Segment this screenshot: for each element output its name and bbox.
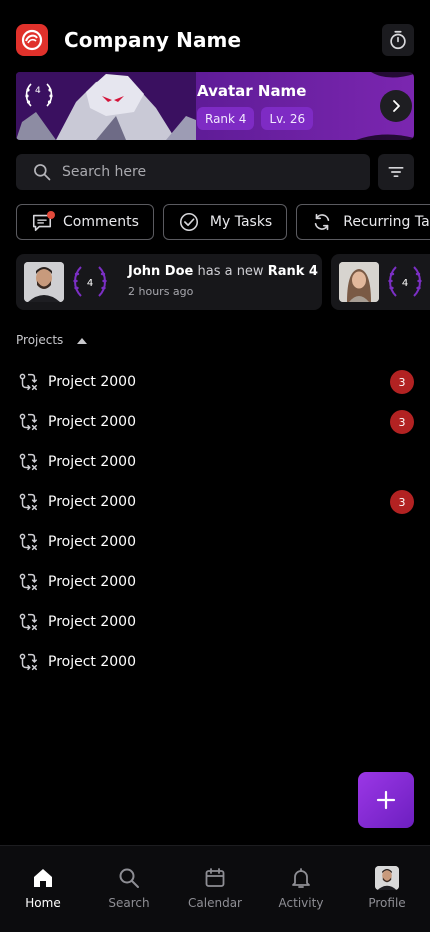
git-branch-icon — [16, 490, 40, 514]
git-branch-icon — [16, 610, 40, 634]
filter-icon — [388, 167, 404, 177]
user-photo — [339, 262, 379, 302]
rank-number: 4 — [402, 278, 408, 289]
nav-label: Profile — [368, 896, 406, 910]
search-input[interactable] — [62, 164, 332, 180]
repeat-icon — [314, 213, 330, 231]
git-branch-icon — [16, 570, 40, 594]
tab-label: My Tasks — [209, 214, 273, 230]
git-branch-icon — [16, 650, 40, 674]
logo-icon — [21, 29, 43, 51]
add-button[interactable] — [358, 772, 414, 828]
laurel-rank-icon: 4 — [73, 266, 107, 297]
avatar-name: Avatar Name — [197, 82, 307, 100]
project-name: Project 2000 — [48, 614, 136, 630]
activity-text: John Doe has a new Rank 4 — [128, 264, 318, 279]
count-badge: 3 — [390, 410, 414, 434]
nav-label: Search — [108, 896, 150, 910]
avatar-card[interactable]: 4 Avatar Name Rank 4 Lv. 26 — [16, 72, 414, 140]
git-branch-icon — [16, 410, 40, 434]
count-badge: 3 — [390, 490, 414, 514]
project-row[interactable]: Project 2000 3 — [16, 482, 414, 522]
stopwatch-icon — [390, 30, 406, 50]
tab-label: Recurring Ta — [343, 214, 430, 230]
bottom-navigation: Home Search Calendar Activity Profile — [0, 845, 430, 932]
nav-search[interactable]: Search — [86, 846, 172, 932]
avatar-next-button[interactable] — [380, 90, 412, 122]
rank-number: 4 — [87, 278, 93, 289]
timer-button[interactable] — [382, 24, 414, 56]
caret-up-icon — [77, 337, 88, 344]
project-row[interactable]: Project 2000 — [16, 522, 414, 562]
search-icon — [34, 164, 51, 181]
company-name: Company Name — [64, 28, 242, 52]
activity-user: John Doe — [128, 264, 194, 279]
git-branch-icon — [16, 450, 40, 474]
nav-home[interactable]: Home — [0, 846, 86, 932]
level-chip: Lv. 26 — [261, 107, 314, 130]
activity-highlight: Rank 4 — [267, 264, 318, 279]
project-list: Project 2000 3 Project 2000 3 Project 2000 Pr… — [16, 362, 414, 682]
nav-activity[interactable]: Activity — [258, 846, 344, 932]
nav-label: Activity — [278, 896, 324, 910]
project-row[interactable]: Project 2000 — [16, 602, 414, 642]
rank-chip: Rank 4 — [197, 107, 255, 130]
filter-tabs: Comments My Tasks Recurring Ta — [16, 204, 430, 240]
nav-label: Calendar — [188, 896, 242, 910]
activity-carousel: 4 John Doe has a new Rank 4 2 hours ago … — [16, 254, 430, 310]
activity-message: has a new — [197, 264, 264, 279]
project-name: Project 2000 — [48, 574, 136, 590]
project-row[interactable]: Project 2000 — [16, 442, 414, 482]
projects-header[interactable]: Projects — [16, 333, 88, 347]
laurel-rank-icon: 4 — [388, 266, 422, 297]
company-logo[interactable] — [16, 24, 48, 56]
tab-recurring-tasks[interactable]: Recurring Ta — [296, 204, 430, 240]
calendar-icon — [205, 868, 225, 887]
tab-comments[interactable]: Comments — [16, 204, 154, 240]
project-row[interactable]: Project 2000 3 — [16, 402, 414, 442]
avatar-chips: Rank 4 Lv. 26 — [197, 107, 314, 130]
nav-profile[interactable]: Profile — [344, 846, 430, 932]
avatar-artwork: 4 — [16, 72, 196, 140]
user-photo — [24, 262, 64, 302]
nav-label: Home — [25, 896, 61, 910]
git-branch-icon — [16, 530, 40, 554]
tab-label: Comments — [63, 214, 139, 230]
projects-heading: Projects — [16, 333, 64, 347]
project-name: Project 2000 — [48, 414, 136, 430]
check-circle-icon — [179, 212, 198, 232]
project-name: Project 2000 — [48, 454, 136, 470]
filter-button[interactable] — [378, 154, 414, 190]
activity-card[interactable]: 4 John Doe has a new Rank 4 2 hours ago — [16, 254, 322, 310]
plus-icon — [376, 790, 396, 810]
project-name: Project 2000 — [48, 374, 136, 390]
home-icon — [34, 869, 52, 887]
search-icon — [119, 868, 139, 888]
notification-dot — [47, 211, 55, 219]
activity-time: 2 hours ago — [128, 285, 194, 298]
project-row[interactable]: Project 2000 — [16, 642, 414, 682]
chevron-right-icon — [393, 100, 400, 112]
laurel-rank-number: 4 — [35, 86, 41, 96]
project-name: Project 2000 — [48, 534, 136, 550]
avatar — [375, 866, 399, 890]
top-bar: Company Name — [16, 24, 414, 56]
nav-calendar[interactable]: Calendar — [172, 846, 258, 932]
project-row[interactable]: Project 2000 — [16, 562, 414, 602]
project-name: Project 2000 — [48, 654, 136, 670]
search-bar — [16, 154, 370, 190]
tab-my-tasks[interactable]: My Tasks — [162, 204, 288, 240]
count-badge: 3 — [390, 370, 414, 394]
bell-icon — [292, 868, 310, 888]
project-row[interactable]: Project 2000 3 — [16, 362, 414, 402]
git-branch-icon — [16, 370, 40, 394]
activity-card[interactable]: 4 — [331, 254, 430, 310]
project-name: Project 2000 — [48, 494, 136, 510]
